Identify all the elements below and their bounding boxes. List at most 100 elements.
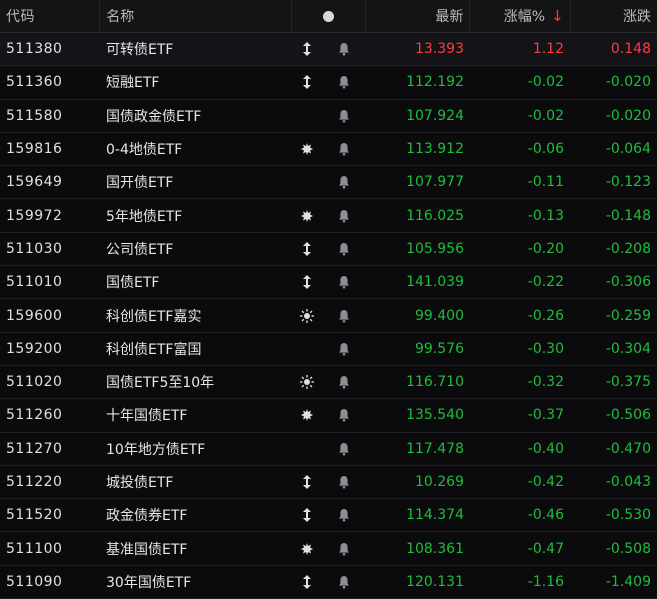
row-name: 城投债ETF bbox=[106, 475, 174, 491]
row-pct: -0.11 bbox=[527, 174, 564, 191]
row-pct: -0.47 bbox=[527, 540, 564, 557]
table-row[interactable]: 511580 国债政金债ETF 107.924 -0.02 -0.020 bbox=[0, 100, 657, 133]
table-row[interactable]: 511030 公司债ETF 105.956 -0.20 -0.208 bbox=[0, 233, 657, 267]
row-chg: -0.306 bbox=[605, 274, 651, 291]
bell-icon[interactable] bbox=[322, 342, 366, 356]
table-row[interactable]: 511270 10年地方债ETF 117.478 -0.40 -0.470 bbox=[0, 433, 657, 466]
bell-icon[interactable] bbox=[322, 309, 366, 323]
row-pct: -0.22 bbox=[527, 274, 564, 291]
burst-icon bbox=[292, 409, 322, 422]
row-code: 511360 bbox=[6, 74, 63, 91]
row-code: 511520 bbox=[6, 507, 63, 524]
row-last: 99.576 bbox=[415, 340, 464, 357]
bell-icon[interactable] bbox=[322, 542, 366, 556]
header-status-dot[interactable] bbox=[292, 10, 365, 22]
updown-arrows-icon bbox=[292, 241, 322, 256]
sun-icon bbox=[292, 375, 322, 390]
row-last: 108.361 bbox=[406, 540, 464, 557]
row-name: 科创债ETF嘉实 bbox=[106, 308, 202, 325]
row-chg: -0.064 bbox=[605, 141, 651, 158]
row-chg: -0.148 bbox=[605, 207, 651, 224]
row-chg: -0.470 bbox=[605, 440, 651, 457]
table-row[interactable]: 511360 短融ETF 112.192 -0.02 -0.020 bbox=[0, 66, 657, 100]
row-code: 159600 bbox=[6, 307, 63, 324]
row-code: 159200 bbox=[6, 340, 63, 357]
updown-arrows-icon bbox=[292, 475, 322, 489]
row-last: 105.956 bbox=[406, 240, 464, 257]
sun-icon bbox=[292, 308, 322, 323]
row-pct: -0.06 bbox=[527, 141, 564, 158]
row-pct: -0.26 bbox=[527, 307, 564, 324]
row-code: 511380 bbox=[6, 41, 63, 58]
row-last: 116.025 bbox=[406, 207, 464, 224]
row-pct: -0.20 bbox=[527, 240, 564, 257]
header-pct[interactable]: 涨幅% ↓ bbox=[470, 6, 569, 26]
row-last: 107.977 bbox=[406, 174, 464, 191]
table-row[interactable]: 159600 科创债ETF嘉实 99.400 -0.26 -0.259 bbox=[0, 299, 657, 333]
bell-icon[interactable] bbox=[322, 442, 366, 456]
bell-icon[interactable] bbox=[322, 75, 366, 89]
row-code: 159972 bbox=[6, 207, 63, 224]
row-pct: -0.46 bbox=[527, 507, 564, 524]
table-row[interactable]: 511260 十年国债ETF 135.540 -0.37 -0.506 bbox=[0, 399, 657, 433]
row-name: 科创债ETF富国 bbox=[106, 341, 202, 358]
table-row[interactable]: 511020 国债ETF5至10年 116.710 -0.32 -0.375 bbox=[0, 366, 657, 400]
table-row[interactable]: 159972 5年地债ETF 116.025 -0.13 -0.148 bbox=[0, 199, 657, 233]
table-row[interactable]: 511380 可转债ETF 13.393 1.12 0.148 bbox=[0, 33, 657, 67]
row-code: 511010 bbox=[6, 274, 63, 291]
row-chg: -0.123 bbox=[605, 174, 651, 191]
table-row[interactable]: 159649 国开债ETF 107.977 -0.11 -0.123 bbox=[0, 166, 657, 200]
row-name: 基准国债ETF bbox=[106, 541, 188, 558]
bell-icon[interactable] bbox=[322, 375, 366, 389]
bell-icon[interactable] bbox=[322, 142, 366, 156]
row-code: 159649 bbox=[6, 174, 63, 191]
row-pct: -0.13 bbox=[527, 207, 564, 224]
row-pct: -0.02 bbox=[527, 74, 564, 91]
bell-icon[interactable] bbox=[322, 109, 366, 123]
sort-desc-arrow-icon: ↓ bbox=[551, 7, 564, 25]
updown-arrows-icon bbox=[292, 275, 322, 290]
row-code: 511030 bbox=[6, 240, 63, 257]
row-chg: -0.208 bbox=[605, 240, 651, 257]
row-name: 国债ETF5至10年 bbox=[106, 375, 215, 392]
bell-icon[interactable] bbox=[322, 209, 366, 223]
row-name: 可转债ETF bbox=[106, 42, 174, 59]
bell-icon[interactable] bbox=[322, 575, 366, 589]
table-row[interactable]: 511090 30年国债ETF 120.131 -1.16 -1.409 bbox=[0, 566, 657, 599]
table-row[interactable]: 159816 0-4地债ETF 113.912 -0.06 -0.064 bbox=[0, 133, 657, 167]
row-last: 120.131 bbox=[406, 573, 464, 590]
bell-icon[interactable] bbox=[322, 242, 366, 256]
table-row[interactable]: 511220 城投债ETF 10.269 -0.42 -0.043 bbox=[0, 466, 657, 500]
bell-icon[interactable] bbox=[322, 508, 366, 522]
bell-icon[interactable] bbox=[322, 175, 366, 189]
row-last: 135.540 bbox=[406, 407, 464, 424]
header-code[interactable]: 代码 bbox=[0, 6, 99, 26]
row-name: 30年国债ETF bbox=[106, 574, 192, 591]
row-pct: -0.42 bbox=[527, 474, 564, 490]
row-chg: -0.530 bbox=[605, 507, 651, 524]
bell-icon[interactable] bbox=[322, 408, 366, 422]
header-name[interactable]: 名称 bbox=[100, 6, 291, 26]
row-chg: -0.506 bbox=[605, 407, 651, 424]
table-row[interactable]: 159200 科创债ETF富国 99.576 -0.30 -0.304 bbox=[0, 333, 657, 366]
row-code: 511260 bbox=[6, 407, 63, 424]
row-pct: -0.37 bbox=[527, 407, 564, 424]
row-name: 5年地债ETF bbox=[106, 208, 183, 225]
row-name: 国债政金债ETF bbox=[106, 108, 202, 125]
row-last: 107.924 bbox=[406, 107, 464, 124]
table-row[interactable]: 511100 基准国债ETF 108.361 -0.47 -0.508 bbox=[0, 532, 657, 566]
row-last: 114.374 bbox=[406, 507, 464, 524]
header-chg[interactable]: 涨跌 bbox=[571, 6, 657, 26]
table-row[interactable]: 511520 政金债券ETF 114.374 -0.46 -0.530 bbox=[0, 499, 657, 533]
bell-icon[interactable] bbox=[322, 42, 366, 56]
row-chg: -0.304 bbox=[605, 340, 651, 357]
bell-icon[interactable] bbox=[322, 475, 366, 489]
row-code: 511020 bbox=[6, 374, 63, 391]
header-last[interactable]: 最新 bbox=[366, 6, 469, 26]
table-row[interactable]: 511010 国债ETF 141.039 -0.22 -0.306 bbox=[0, 266, 657, 300]
row-name: 0-4地债ETF bbox=[106, 142, 183, 159]
row-chg: -1.409 bbox=[605, 573, 651, 590]
bell-icon[interactable] bbox=[322, 275, 366, 289]
row-chg: -0.508 bbox=[605, 540, 651, 557]
row-last: 13.393 bbox=[415, 41, 464, 58]
